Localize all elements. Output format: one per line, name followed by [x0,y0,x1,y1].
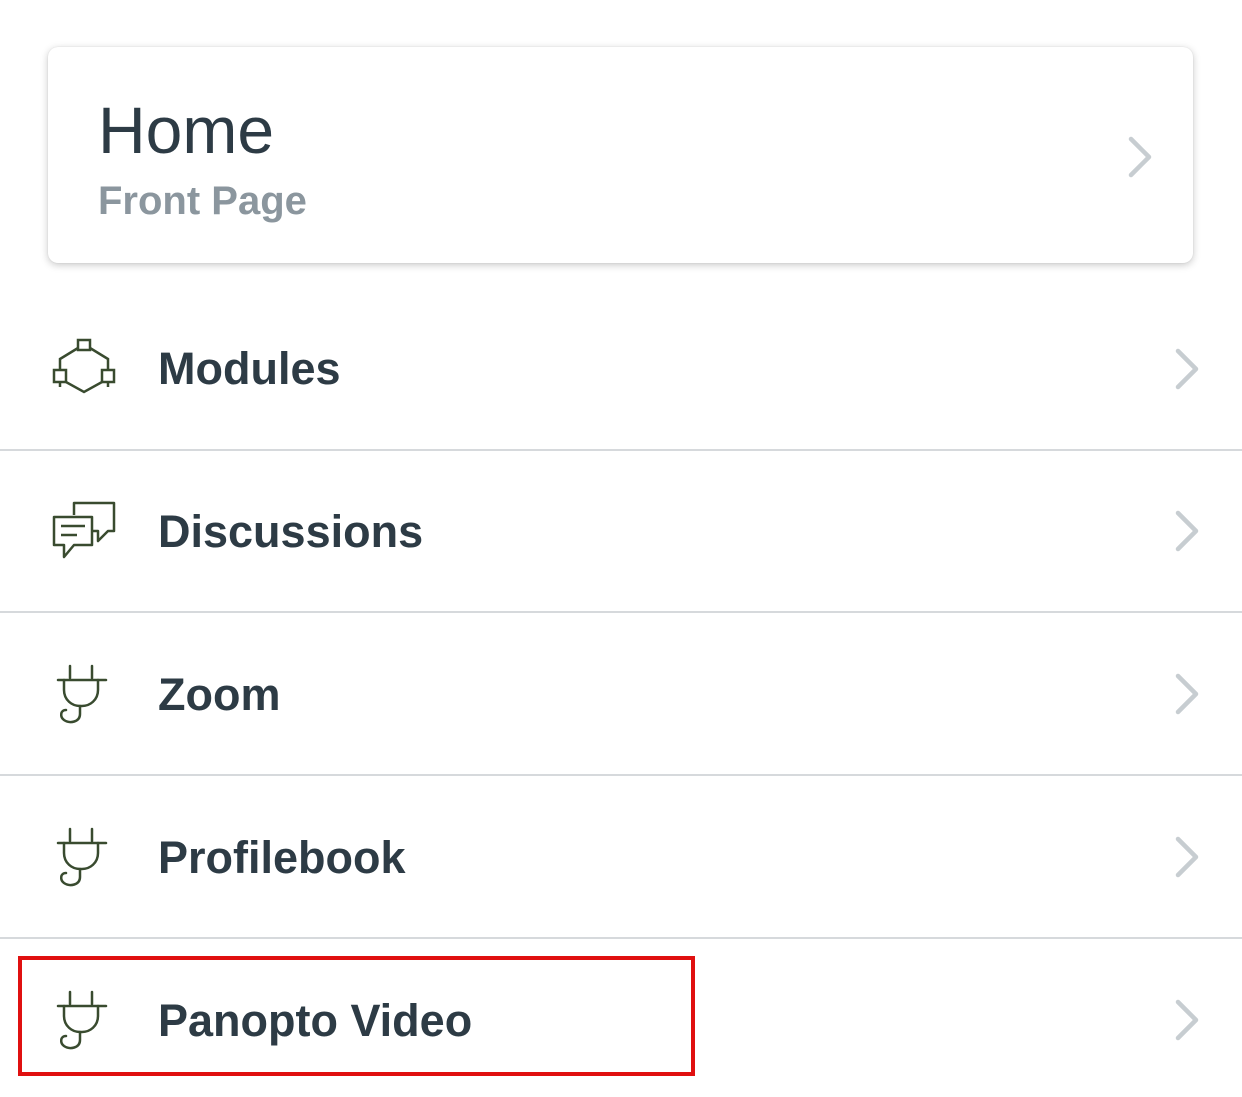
nav-item-label: Discussions [158,506,424,557]
nav-item-discussions[interactable]: Discussions [0,451,1242,613]
plug-icon [56,990,108,1050]
chevron-right-icon [1128,136,1152,178]
nav-item-label: Modules [158,343,341,394]
nav-item-panopto-video[interactable]: Panopto Video [0,940,1242,1097]
chevron-right-icon [1175,673,1199,715]
nav-item-label: Zoom [158,669,281,720]
home-card[interactable]: Home Front Page [48,47,1193,263]
chevron-right-icon [1175,348,1199,390]
home-title: Home [98,93,275,167]
chevron-right-icon [1175,510,1199,552]
home-subtitle: Front Page [98,179,307,223]
nav-item-label: Panopto Video [158,995,473,1046]
chevron-right-icon [1175,836,1199,878]
course-navigation-screen: Home Front Page Modules Discussions Zoom… [0,0,1242,1097]
modules-icon [52,338,116,394]
nav-item-zoom[interactable]: Zoom [0,614,1242,776]
discussions-icon [52,501,116,559]
nav-item-modules[interactable]: Modules [0,289,1242,451]
nav-item-label: Profilebook [158,832,406,883]
plug-icon [56,827,108,887]
chevron-right-icon [1175,999,1199,1041]
plug-icon [56,664,108,724]
nav-item-profilebook[interactable]: Profilebook [0,777,1242,939]
